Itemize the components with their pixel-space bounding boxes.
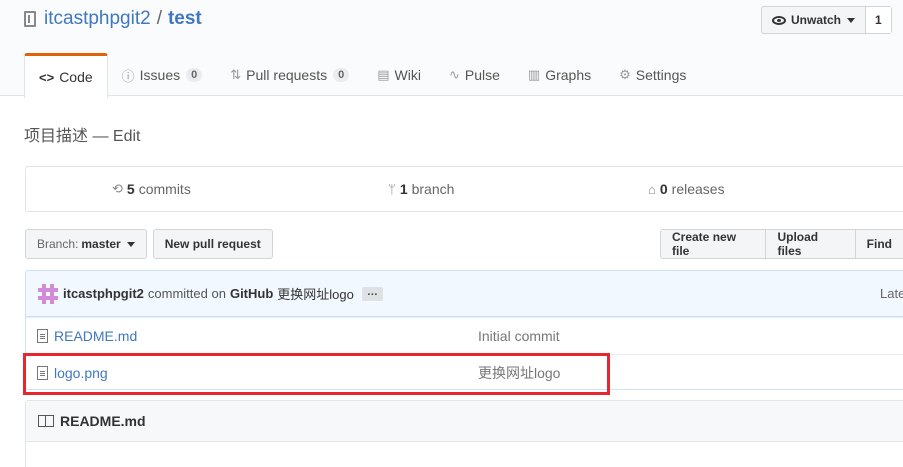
repo-title: itcastphpgit2 / test	[24, 8, 202, 30]
tab-issues-label: Issues	[139, 67, 181, 83]
branch-select-button[interactable]: Branch: master	[25, 229, 147, 259]
file-row: logo.png 更换网址logo	[26, 354, 903, 389]
repo-stats-bar: ⟲ 5 commits ᛘ 1 branch ⌂ 0 releases	[25, 166, 903, 212]
tab-code-label: Code	[59, 69, 93, 85]
caret-down-icon	[847, 17, 856, 23]
issue-opened-icon: ⓘ	[121, 68, 135, 84]
book-icon: ▤	[377, 67, 390, 82]
branch-name: master	[81, 237, 121, 251]
watch-control: Unwatch 1	[761, 6, 892, 34]
git-pull-request-icon: ⇅	[230, 67, 242, 82]
graph-icon: ▥	[527, 67, 541, 82]
commit-author-link[interactable]: itcastphpgit2	[63, 286, 144, 301]
tab-pulse[interactable]: ∿ Pulse	[435, 53, 514, 97]
file-row: README.md Initial commit	[26, 317, 903, 354]
git-branch-icon: ᛘ	[388, 181, 396, 197]
watchers-count-link[interactable]: 1	[866, 7, 891, 33]
tab-pulse-label: Pulse	[464, 67, 500, 83]
latest-commit-bar: itcastphpgit2 committed on GitHub 更换网址lo…	[26, 271, 903, 317]
history-icon: ⟲	[112, 181, 123, 196]
file-commit-message-link[interactable]: Initial commit	[478, 328, 560, 344]
branches-link[interactable]: ᛘ 1 branch	[388, 181, 454, 197]
releases-count: 0	[659, 181, 668, 197]
new-pull-request-button[interactable]: New pull request	[152, 229, 273, 259]
unwatch-label: Unwatch	[791, 13, 842, 27]
caret-down-icon	[126, 241, 135, 247]
repo-header: itcastphpgit2 / test Unwatch 1 <> Code ⓘ…	[0, 0, 903, 98]
tag-icon: ⌂	[648, 181, 656, 197]
repo-description: 项目描述 — Edit	[24, 128, 141, 145]
pull-requests-count-badge: 0	[333, 68, 350, 82]
commit-action-text: committed on	[147, 286, 226, 301]
tab-wiki-label: Wiki	[394, 67, 421, 83]
repo-icon	[24, 11, 36, 27]
repo-separator: /	[156, 8, 162, 29]
tab-settings[interactable]: ⚙ Settings	[605, 53, 700, 97]
tab-code[interactable]: <> Code	[24, 53, 108, 98]
commit-message-link[interactable]: 更换网址logo	[277, 284, 354, 303]
unwatch-button[interactable]: Unwatch	[762, 7, 867, 33]
tab-pull-requests-label: Pull requests	[246, 67, 328, 83]
pulse-icon: ∿	[448, 67, 460, 82]
issues-count-badge: 0	[186, 68, 203, 82]
tab-issues[interactable]: ⓘ Issues 0	[108, 53, 217, 97]
releases-label: releases	[671, 181, 725, 197]
file-media-icon	[37, 366, 48, 380]
commits-count: 5	[126, 181, 135, 197]
repo-owner-link[interactable]: itcastphpgit2	[44, 8, 151, 30]
commits-link[interactable]: ⟲ 5 commits	[112, 181, 191, 197]
book-icon	[38, 415, 54, 427]
branch-prefix: Branch:	[37, 237, 79, 251]
branches-label: branch	[411, 181, 455, 197]
code-icon: <>	[39, 69, 55, 85]
tab-wiki[interactable]: ▤ Wiki	[363, 53, 435, 97]
readme-panel: README.md	[25, 400, 903, 467]
repo-nav-tabs: <> Code ⓘ Issues 0 ⇅ Pull requests 0 ▤ W…	[24, 53, 700, 98]
tab-settings-label: Settings	[635, 67, 687, 83]
file-listing: itcastphpgit2 committed on GitHub 更换网址lo…	[25, 270, 903, 390]
tab-graphs-label: Graphs	[545, 67, 592, 83]
tab-pull-requests[interactable]: ⇅ Pull requests 0	[216, 53, 363, 97]
tab-graphs[interactable]: ▥ Graphs	[514, 53, 605, 97]
avatar[interactable]	[38, 283, 58, 304]
expand-commit-button[interactable]: …	[361, 286, 383, 301]
commit-platform: GitHub	[229, 286, 274, 301]
gear-icon: ⚙	[619, 67, 631, 82]
eye-icon	[772, 15, 786, 25]
create-new-file-button[interactable]: Create new file	[660, 229, 766, 259]
branches-count: 1	[399, 181, 408, 197]
branch-toolbar-left: Branch: master New pull request	[25, 229, 273, 259]
readme-header: README.md	[26, 401, 903, 442]
file-actions-group: Create new file Upload files Find	[660, 229, 903, 259]
readme-title: README.md	[60, 413, 146, 429]
file-name-link[interactable]: logo.png	[54, 365, 108, 381]
find-file-button[interactable]: Find	[854, 229, 903, 259]
file-commit-message-link[interactable]: 更换网址logo	[478, 363, 560, 383]
commits-label: commits	[138, 181, 191, 197]
latest-commit-label[interactable]: Late	[880, 286, 903, 301]
repo-name-link[interactable]: test	[168, 8, 202, 30]
releases-link[interactable]: ⌂ 0 releases	[648, 181, 725, 197]
upload-files-button[interactable]: Upload files	[765, 229, 855, 259]
file-text-icon	[37, 329, 48, 343]
file-name-link[interactable]: README.md	[54, 328, 137, 344]
